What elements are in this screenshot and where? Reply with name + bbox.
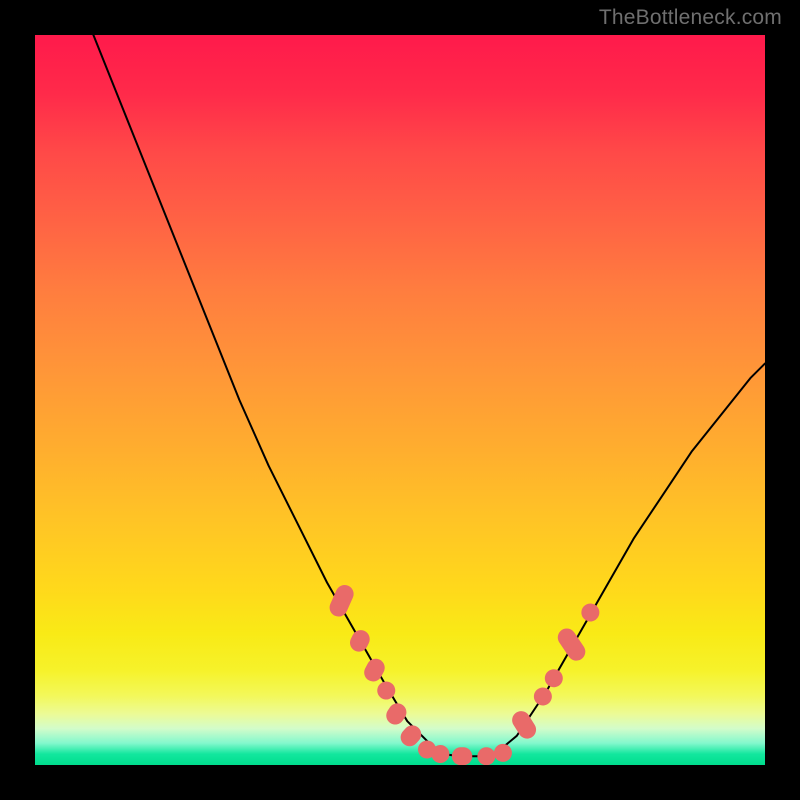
chart-svg — [35, 35, 765, 765]
marker-capsule — [327, 582, 357, 619]
marker-capsule — [383, 700, 410, 728]
marker-capsule — [530, 684, 555, 709]
marker-capsule — [477, 747, 495, 765]
series-left-curve — [93, 35, 443, 754]
marker-capsule — [578, 600, 603, 625]
watermark-text: TheBottleneck.com — [599, 6, 782, 30]
plot-area — [35, 35, 765, 765]
marker-capsule — [347, 627, 373, 655]
marker-capsule — [509, 708, 540, 742]
marker-capsule — [452, 747, 472, 765]
marker-capsule — [541, 666, 566, 691]
chart-frame: TheBottleneck.com — [0, 0, 800, 800]
marker-capsule — [554, 625, 589, 664]
marker-capsule — [491, 741, 515, 765]
